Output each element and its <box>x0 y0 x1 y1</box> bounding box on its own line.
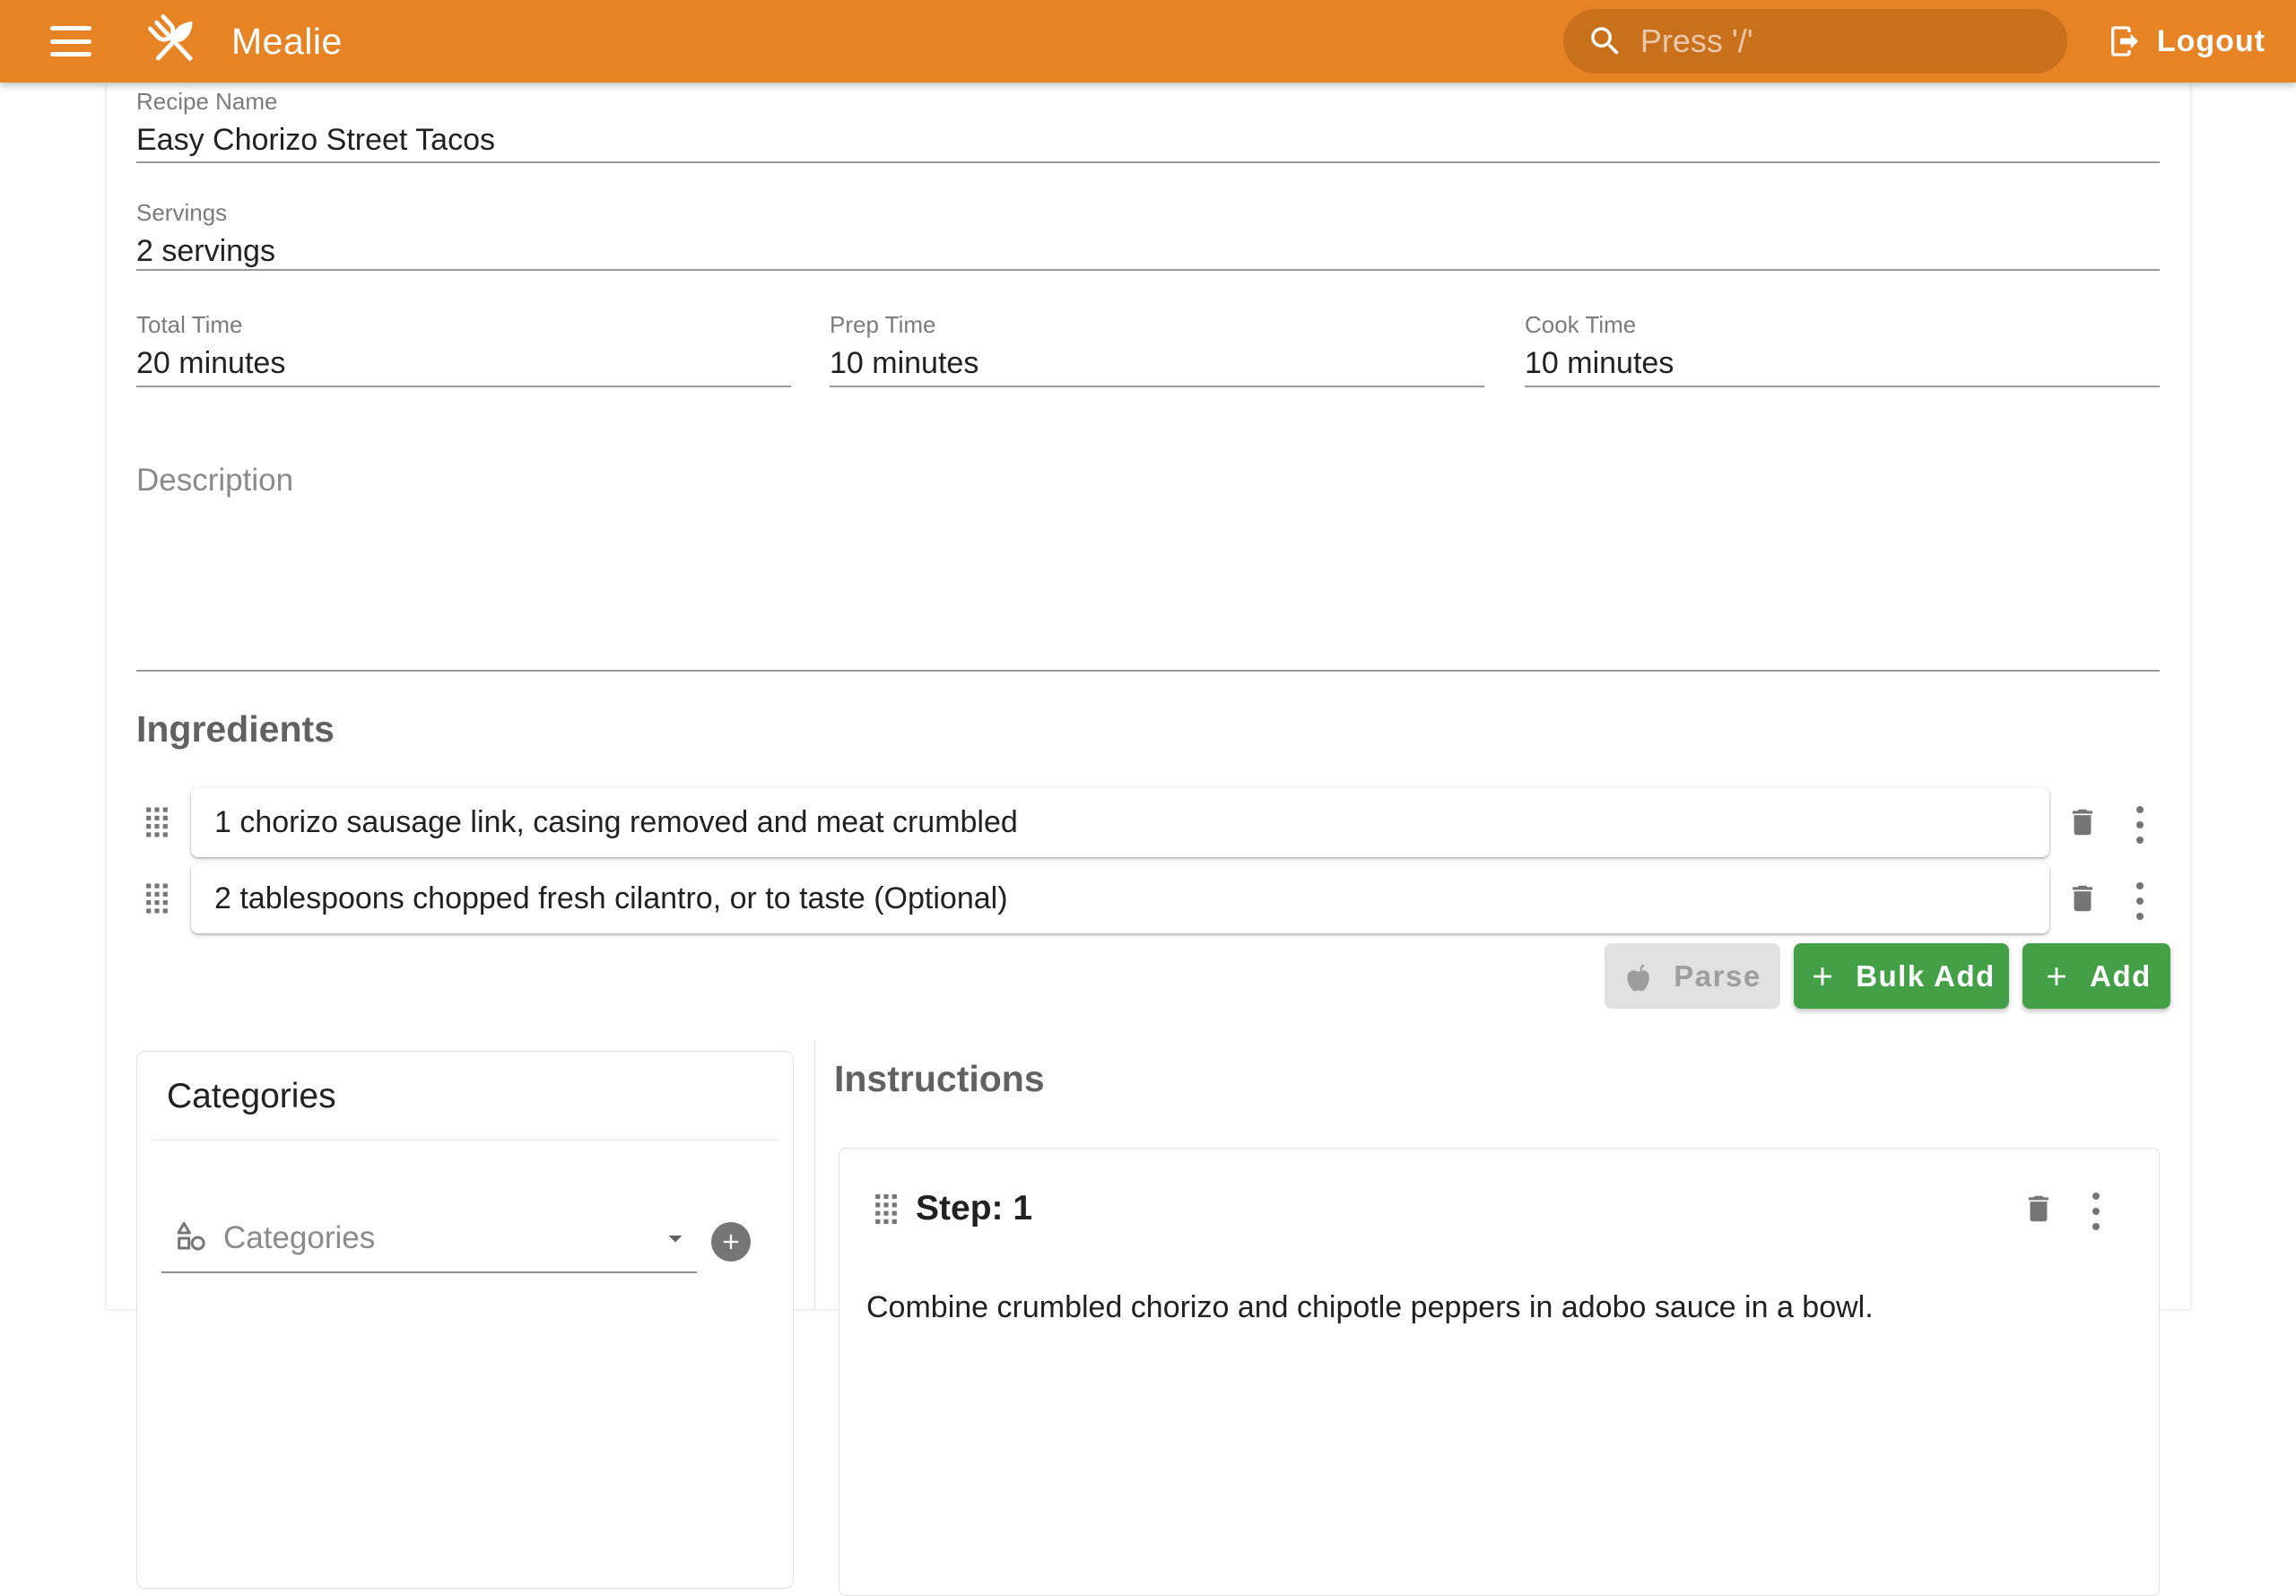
app-title: Mealie <box>231 21 343 63</box>
chevron-down-icon[interactable] <box>659 1222 691 1254</box>
parse-button[interactable]: Parse <box>1605 943 1780 1009</box>
prep-time-field[interactable]: Prep Time 10 minutes <box>830 311 978 381</box>
ingredient-row: 2 tablespoons chopped fresh cilantro, or… <box>107 863 2190 933</box>
recipe-name-value[interactable]: Easy Chorizo Street Tacos <box>136 123 495 158</box>
total-time-label: Total Time <box>136 311 285 339</box>
delete-ingredient-button[interactable] <box>2066 880 2100 916</box>
mealie-logo-icon[interactable] <box>144 11 204 72</box>
recipe-name-label: Recipe Name <box>136 88 495 116</box>
column-divider <box>814 1040 815 1309</box>
cook-time-field[interactable]: Cook Time 10 minutes <box>1525 311 1674 381</box>
prep-time-underline <box>830 386 1484 387</box>
app-bar: Mealie Press '/' Logout <box>0 0 2296 82</box>
trash-icon <box>2066 880 2100 916</box>
ingredient-input[interactable]: 1 chorizo sausage link, casing removed a… <box>191 787 2049 857</box>
ingredient-input[interactable]: 2 tablespoons chopped fresh cilantro, or… <box>191 863 2049 933</box>
prep-time-value[interactable]: 10 minutes <box>830 346 978 381</box>
description-underline <box>136 670 2160 672</box>
instruction-step-card: Step: 1 Combine crumbled chorizo and chi… <box>839 1148 2160 1596</box>
search-placeholder: Press '/' <box>1640 22 1753 60</box>
parse-label: Parse <box>1674 959 1761 993</box>
servings-label: Servings <box>136 199 275 227</box>
ingredient-text: 2 tablespoons chopped fresh cilantro, or… <box>214 881 1008 916</box>
servings-value[interactable]: 2 servings <box>136 234 275 269</box>
ingredient-menu-button[interactable] <box>2136 806 2144 844</box>
step-title: Step: 1 <box>916 1189 1032 1228</box>
drag-handle-icon[interactable] <box>146 884 168 914</box>
categories-select-underline <box>161 1271 697 1273</box>
logout-icon <box>2107 23 2143 59</box>
cook-time-underline <box>1525 386 2160 387</box>
plus-icon <box>1807 961 1838 992</box>
categories-divider <box>152 1140 778 1141</box>
drag-handle-icon[interactable] <box>146 808 168 837</box>
servings-field[interactable]: Servings 2 servings <box>136 199 275 269</box>
ingredient-row: 1 chorizo sausage link, casing removed a… <box>107 787 2190 857</box>
search-input[interactable]: Press '/' <box>1563 9 2067 74</box>
total-time-value[interactable]: 20 minutes <box>136 346 285 381</box>
step-text-input[interactable]: Combine crumbled chorizo and chipotle pe… <box>866 1285 2131 1331</box>
categories-select[interactable]: Categories <box>223 1220 375 1256</box>
search-icon <box>1587 22 1624 60</box>
cook-time-value[interactable]: 10 minutes <box>1525 346 1674 381</box>
recipe-name-underline <box>136 161 2160 163</box>
description-textarea[interactable] <box>136 504 2160 665</box>
plus-icon <box>2041 961 2072 992</box>
delete-ingredient-button[interactable] <box>2066 804 2100 840</box>
recipe-editor-card: Recipe Name Easy Chorizo Street Tacos Se… <box>107 82 2190 1309</box>
bulk-add-label: Bulk Add <box>1856 959 1996 993</box>
instructions-section-title: Instructions <box>834 1058 1045 1100</box>
prep-time-label: Prep Time <box>830 311 978 339</box>
logout-label: Logout <box>2157 24 2266 59</box>
total-time-field[interactable]: Total Time 20 minutes <box>136 311 285 381</box>
ingredient-menu-button[interactable] <box>2136 882 2144 920</box>
ingredients-section-title: Ingredients <box>136 708 335 750</box>
step-menu-button[interactable] <box>2092 1193 2100 1230</box>
hamburger-menu-button[interactable] <box>50 26 91 56</box>
recipe-name-field[interactable]: Recipe Name Easy Chorizo Street Tacos <box>136 88 495 158</box>
add-label: Add <box>2090 959 2152 993</box>
apple-icon <box>1623 960 1656 993</box>
categories-card: Categories Categories <box>136 1051 794 1589</box>
delete-step-button[interactable] <box>2022 1191 2056 1227</box>
logout-button[interactable]: Logout <box>2107 23 2266 59</box>
shapes-icon <box>173 1219 209 1254</box>
drag-handle-icon[interactable] <box>875 1194 897 1224</box>
bulk-add-button[interactable]: Bulk Add <box>1794 943 2009 1009</box>
description-label: Description <box>136 463 293 499</box>
create-category-button[interactable] <box>711 1222 751 1262</box>
trash-icon <box>2066 804 2100 840</box>
add-button[interactable]: Add <box>2022 943 2170 1009</box>
trash-icon <box>2022 1191 2056 1227</box>
ingredient-text: 1 chorizo sausage link, casing removed a… <box>214 805 1018 840</box>
cook-time-label: Cook Time <box>1525 311 1674 339</box>
plus-icon <box>718 1229 744 1254</box>
categories-card-title: Categories <box>167 1077 336 1116</box>
servings-underline <box>136 269 2160 271</box>
total-time-underline <box>136 386 791 387</box>
